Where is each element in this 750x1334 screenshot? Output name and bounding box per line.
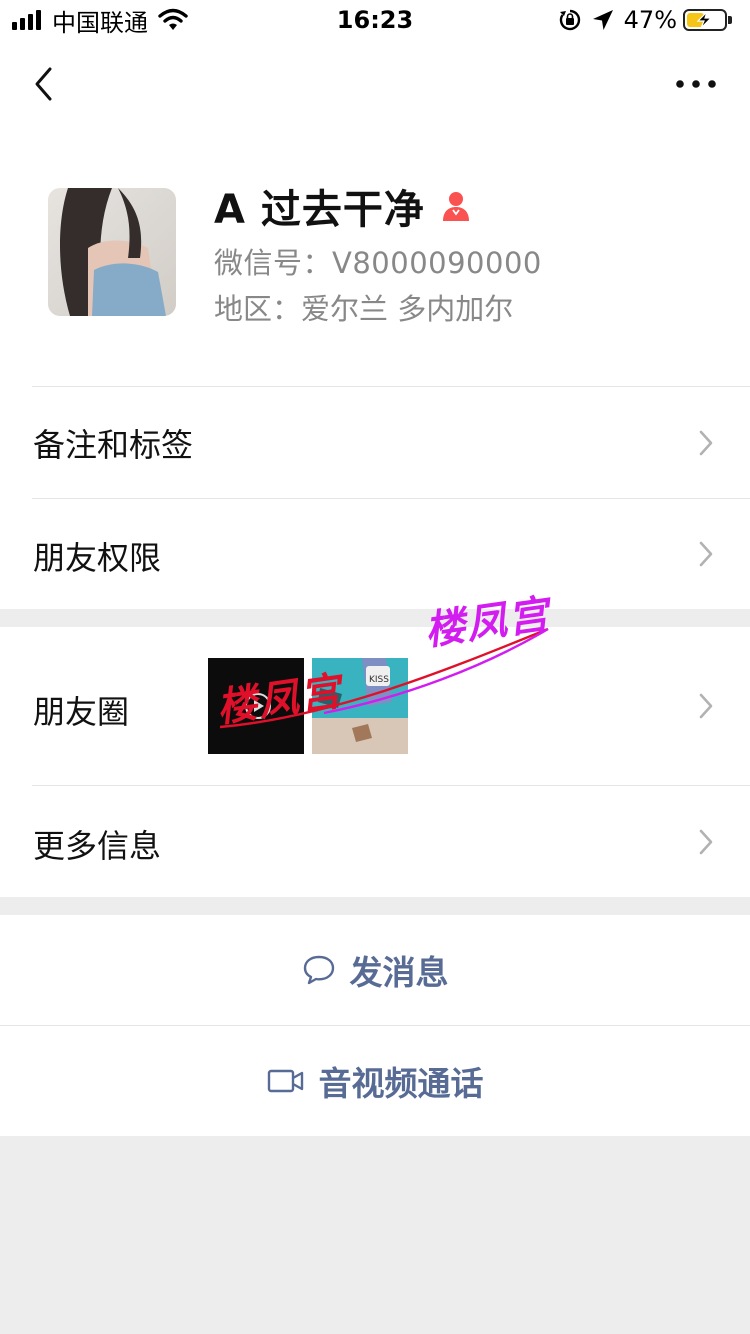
send-message-label: 发消息 bbox=[349, 953, 449, 992]
location-arrow-icon bbox=[592, 10, 613, 30]
battery-percent: 47% bbox=[623, 6, 677, 34]
avatar[interactable] bbox=[48, 188, 176, 316]
chevron-left-icon[interactable] bbox=[30, 64, 60, 104]
remarks-and-tags-cell[interactable]: 备注和标签 bbox=[0, 386, 750, 498]
friend-permissions-cell[interactable]: 朋友权限 bbox=[0, 498, 750, 609]
more-info-cell[interactable]: 更多信息 bbox=[0, 785, 750, 897]
remarks-and-tags-label: 备注和标签 bbox=[33, 426, 194, 464]
video-call-label: 音视频通话 bbox=[318, 1064, 484, 1103]
video-call-button[interactable]: 音视频通话 bbox=[0, 1026, 750, 1136]
section-gap bbox=[0, 897, 750, 915]
chevron-right-icon bbox=[699, 541, 713, 567]
name-row: A 过去干净 bbox=[214, 178, 473, 234]
chevron-right-icon bbox=[699, 430, 713, 456]
status-right: 47% bbox=[558, 4, 732, 36]
region: 地区：爱尔兰 多内加尔 bbox=[214, 292, 514, 326]
divider bbox=[0, 1025, 750, 1026]
orientation-lock-icon bbox=[559, 9, 580, 31]
female-person-icon bbox=[442, 192, 469, 221]
bottom-background bbox=[0, 1136, 750, 1334]
video-camera-icon bbox=[267, 1069, 303, 1093]
chat-bubble-icon bbox=[303, 955, 334, 985]
status-bar: 中国联通 16:23 47% bbox=[0, 0, 750, 40]
moments-label: 朋友圈 bbox=[33, 693, 130, 731]
friend-permissions-label: 朋友权限 bbox=[33, 539, 162, 577]
more-dots-icon[interactable] bbox=[672, 72, 720, 96]
wechat-id: 微信号：V8000090000 bbox=[214, 246, 542, 280]
divider bbox=[32, 386, 750, 387]
battery-charging-icon bbox=[683, 9, 732, 31]
send-message-button[interactable]: 发消息 bbox=[0, 915, 750, 1025]
section-gap bbox=[0, 609, 750, 627]
contact-profile-page: 中国联通 16:23 47% A 过去干净 微信号：V8000090000 地区… bbox=[0, 0, 750, 1334]
divider bbox=[32, 498, 750, 499]
chevron-right-icon bbox=[699, 829, 713, 855]
moments-cell[interactable]: 朋友圈 KISS 楼凤宫 bbox=[0, 627, 750, 785]
chevron-right-icon bbox=[699, 693, 713, 719]
contact-name: A 过去干净 bbox=[214, 187, 425, 233]
divider bbox=[32, 785, 750, 786]
more-info-label: 更多信息 bbox=[33, 827, 162, 865]
navigation-bar bbox=[0, 40, 750, 128]
profile-header: A 过去干净 微信号：V8000090000 地区：爱尔兰 多内加尔 bbox=[0, 128, 750, 386]
